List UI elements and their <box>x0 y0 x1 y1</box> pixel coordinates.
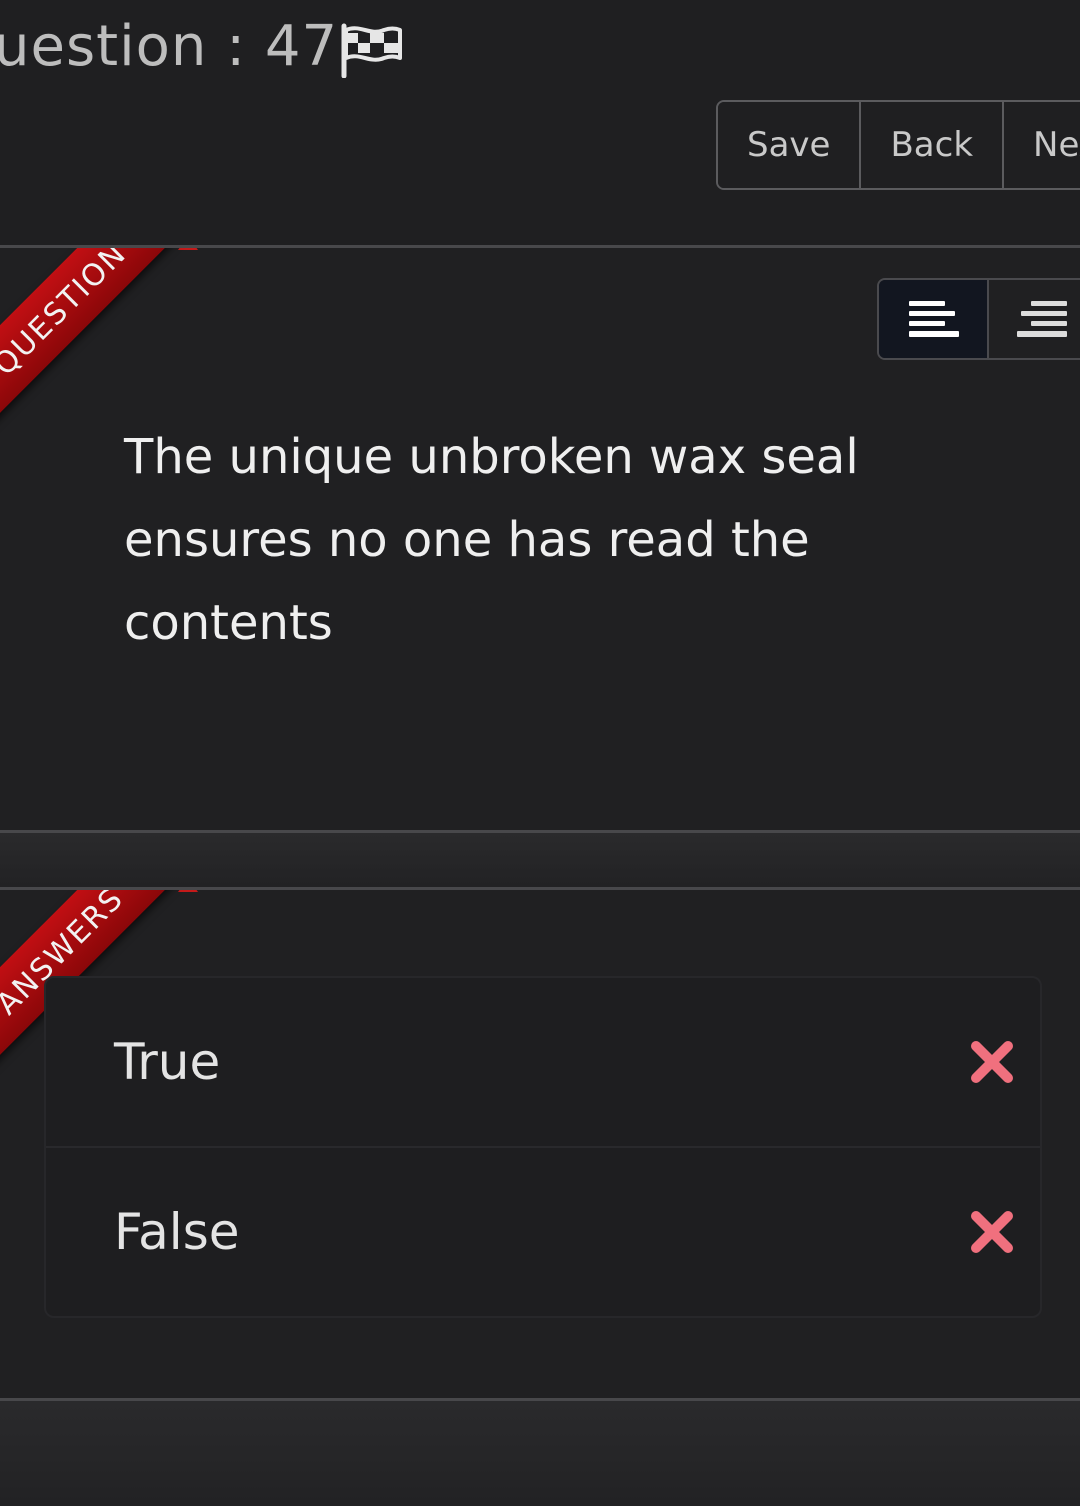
page-footer-strip <box>0 1401 1080 1506</box>
ribbon-fold <box>178 890 198 892</box>
answers-list: True False <box>44 976 1042 1318</box>
answer-label: True <box>114 1033 221 1091</box>
align-left-button[interactable] <box>879 280 989 358</box>
page-title: uestion : 47 <box>0 14 339 79</box>
ribbon-fold <box>178 248 198 250</box>
text-align-toggle <box>877 278 1080 360</box>
question-text: The unique unbroken wax seal ensures no … <box>124 429 859 651</box>
answer-option-false[interactable]: False <box>46 1146 1040 1316</box>
answers-panel: ANSWERS True False <box>0 887 1080 1401</box>
cross-icon <box>971 1041 1013 1083</box>
checkered-flag-icon[interactable] <box>338 22 404 78</box>
save-button[interactable]: Save <box>718 102 862 188</box>
answer-label: False <box>114 1203 240 1261</box>
align-right-icon <box>1017 301 1067 337</box>
back-button[interactable]: Back <box>861 102 1005 188</box>
panel-divider <box>0 833 1080 887</box>
cross-icon <box>971 1211 1013 1253</box>
navigation-button-group: Save Back Nex <box>716 100 1080 190</box>
answer-option-true[interactable]: True <box>46 978 1040 1146</box>
question-panel: QUESTION The unique unbroken wax seal en… <box>0 245 1080 833</box>
next-button[interactable]: Nex <box>1004 102 1080 188</box>
align-right-button[interactable] <box>989 280 1080 358</box>
align-left-icon <box>909 301 959 337</box>
